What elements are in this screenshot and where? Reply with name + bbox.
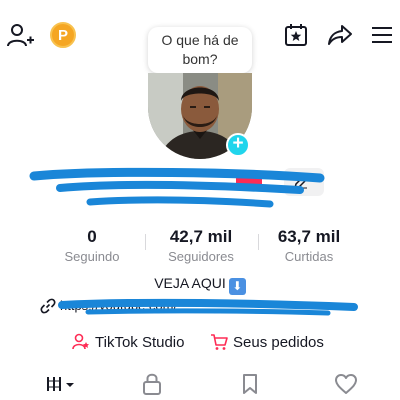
pencil-icon bbox=[293, 174, 309, 190]
share-button[interactable] bbox=[326, 21, 354, 49]
followers-stat[interactable]: 42,7 mil Seguidores bbox=[158, 227, 244, 264]
bio-link[interactable]: https://youtube.com/... bbox=[40, 295, 360, 319]
edit-profile-badge bbox=[236, 174, 262, 188]
status-bubble[interactable]: O que há de bom? bbox=[148, 27, 252, 73]
tab-private[interactable] bbox=[132, 370, 172, 398]
bio: VEJA AQUI ⬇ bbox=[0, 275, 400, 295]
menu-button[interactable] bbox=[368, 21, 396, 49]
divider bbox=[258, 234, 259, 250]
calendar-button[interactable] bbox=[282, 21, 310, 49]
likes-label: Curtidas bbox=[284, 249, 334, 264]
grid-icon bbox=[47, 377, 74, 391]
creator-icon bbox=[72, 333, 89, 350]
bio-link-text[interactable]: https://youtube.com/... bbox=[60, 298, 188, 313]
status-bubble-text: O que há de bom? bbox=[161, 32, 239, 67]
divider bbox=[145, 234, 146, 250]
edit-profile-button[interactable] bbox=[284, 168, 324, 196]
orders-label: Seus pedidos bbox=[233, 333, 324, 351]
share-icon bbox=[328, 25, 352, 45]
plus-icon: + bbox=[232, 133, 244, 154]
followers-count: 42,7 mil bbox=[169, 227, 233, 246]
likes-stat[interactable]: 63,7 mil Curtidas bbox=[272, 227, 346, 264]
coin-icon: P bbox=[57, 26, 68, 44]
tab-favorites[interactable] bbox=[230, 370, 270, 398]
coin-button[interactable]: P bbox=[50, 22, 76, 48]
add-friend-button[interactable] bbox=[6, 22, 34, 50]
add-avatar-button[interactable]: + bbox=[226, 133, 250, 157]
heart-icon bbox=[335, 374, 357, 394]
bio-text: VEJA AQUI bbox=[154, 275, 226, 291]
followers-label: Seguidores bbox=[168, 249, 234, 264]
following-stat[interactable]: 0 Seguindo bbox=[56, 227, 128, 264]
orders-button[interactable]: Seus pedidos bbox=[210, 330, 324, 354]
likes-count: 63,7 mil bbox=[277, 227, 341, 246]
tiktok-studio-label: TikTok Studio bbox=[95, 333, 185, 351]
link-icon bbox=[40, 298, 56, 314]
down-arrow-icon: ⬇ bbox=[228, 278, 246, 295]
lock-icon bbox=[143, 373, 161, 395]
tiktok-studio-button[interactable]: TikTok Studio bbox=[72, 330, 184, 354]
calendar-star-icon bbox=[285, 24, 307, 46]
following-count: 0 bbox=[87, 227, 97, 246]
tab-videos[interactable] bbox=[42, 370, 82, 398]
tab-liked[interactable] bbox=[326, 370, 366, 398]
add-friend-icon bbox=[7, 24, 34, 47]
menu-icon bbox=[372, 27, 392, 43]
bookmark-icon bbox=[243, 374, 257, 394]
following-label: Seguindo bbox=[64, 249, 120, 264]
cart-icon bbox=[211, 334, 228, 350]
